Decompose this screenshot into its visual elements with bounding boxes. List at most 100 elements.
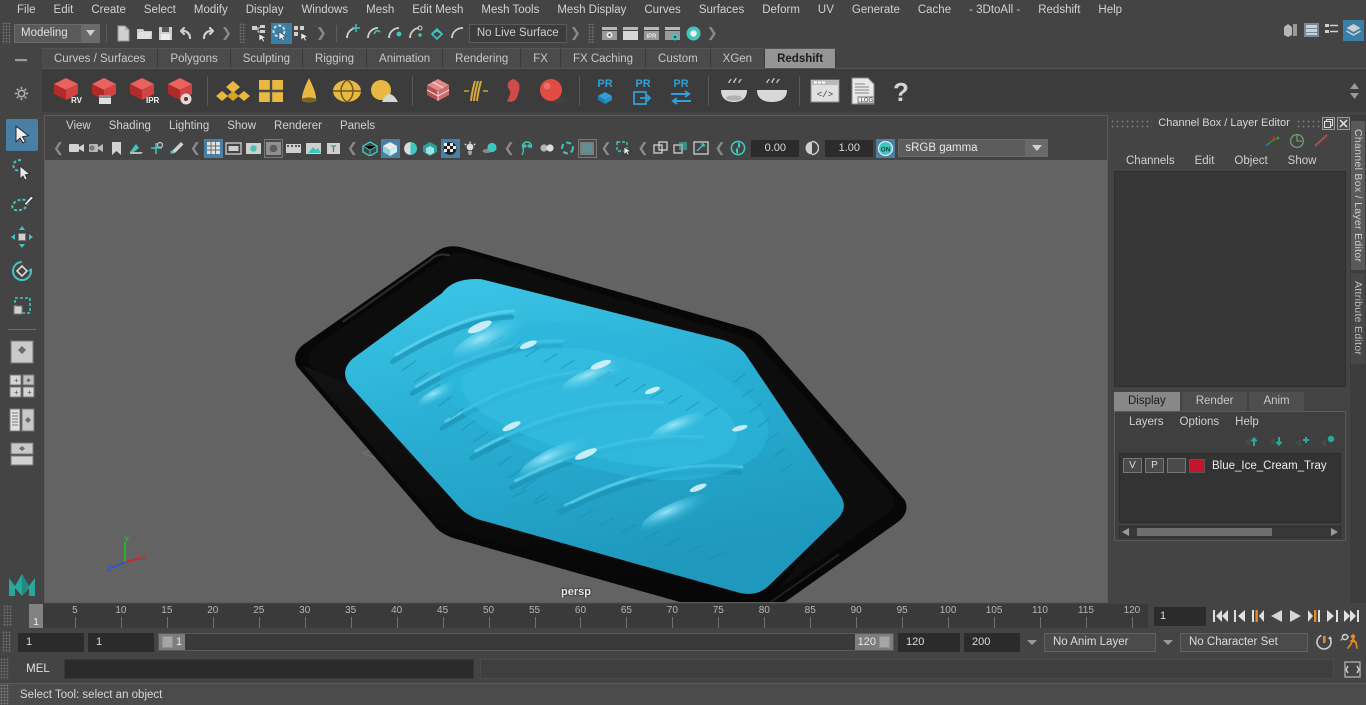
use-default-material-icon[interactable] — [421, 139, 440, 158]
menu-uv[interactable]: UV — [809, 0, 843, 20]
time-slider-grip[interactable] — [3, 605, 12, 627]
wireframe-shading-icon[interactable] — [361, 139, 380, 158]
redshift-ies-light-icon[interactable] — [291, 73, 327, 109]
four-view-layout-button[interactable]: + + + — [6, 370, 38, 402]
save-scene-icon[interactable] — [155, 23, 176, 44]
redshift-ipr-icon[interactable]: IPR — [124, 73, 160, 109]
range-start-time-field[interactable]: 1 — [88, 632, 154, 652]
redshift-render-view-icon[interactable]: RV — [48, 73, 84, 109]
shelf-scroll-arrows[interactable] — [1346, 82, 1366, 100]
redo-icon[interactable] — [197, 23, 218, 44]
paint-select-tool-button[interactable] — [6, 187, 38, 219]
range-handle-end[interactable]: 120 — [854, 634, 893, 650]
menu-help[interactable]: Help — [1089, 0, 1131, 20]
shelf-tab-curves-surfaces[interactable]: Curves / Surfaces — [42, 48, 159, 68]
gate-mask-icon[interactable] — [263, 138, 283, 158]
snap-to-view-plane-icon[interactable] — [427, 23, 448, 44]
snap-to-curve-icon[interactable] — [364, 23, 385, 44]
shelf-tab-fx-caching[interactable]: FX Caching — [560, 48, 647, 68]
redshift-proxy-icon[interactable] — [420, 73, 456, 109]
go-to-end-icon[interactable] — [1343, 609, 1360, 623]
scale-tool-button[interactable] — [6, 289, 38, 321]
animation-start-time-field[interactable]: 1 — [18, 632, 84, 652]
layer-menu-layers[interactable]: Layers — [1121, 416, 1172, 428]
exposure-toggle-icon[interactable] — [284, 139, 303, 158]
persp-graph-layout-button[interactable] — [6, 438, 38, 470]
move-layer-up-icon[interactable] — [1244, 435, 1260, 448]
menu-windows[interactable]: Windows — [292, 0, 357, 20]
two-d-pan-zoom-icon[interactable] — [147, 139, 166, 158]
panel-grip[interactable] — [1110, 118, 1152, 128]
redshift-physical-sun-icon[interactable] — [367, 73, 403, 109]
new-layer-icon[interactable] — [1294, 435, 1310, 448]
hypershade-icon[interactable] — [683, 23, 704, 44]
range-end-time-field[interactable]: 120 — [898, 632, 960, 652]
viewport-toolbar-bracket-left[interactable]: ❮ — [50, 140, 67, 156]
resolution-gate-icon[interactable] — [244, 139, 263, 158]
play-backwards-icon[interactable] — [1269, 609, 1284, 623]
live-surface-field[interactable]: No Live Surface — [468, 23, 567, 43]
menu-curves[interactable]: Curves — [635, 0, 689, 20]
viewport-menu-shading[interactable]: Shading — [100, 116, 160, 136]
chevron-down-icon[interactable] — [81, 24, 99, 42]
channel-box-icon[interactable] — [1264, 133, 1282, 149]
single-perspective-layout-button[interactable] — [6, 336, 38, 368]
layer-list-horizontal-scrollbar[interactable] — [1119, 526, 1341, 538]
viewport-background-icon[interactable] — [577, 138, 597, 158]
ipr-render-icon[interactable]: IPR — [641, 23, 662, 44]
channel-menu-show[interactable]: Show — [1278, 155, 1327, 167]
redshift-portal-light-icon[interactable] — [253, 73, 289, 109]
isolate-selected-components-icon[interactable] — [671, 139, 690, 158]
lasso-select-tool-button[interactable] — [6, 153, 38, 185]
layer-tab-display[interactable]: Display — [1114, 392, 1180, 411]
animation-preferences-icon[interactable] — [1340, 633, 1360, 651]
menu-surfaces[interactable]: Surfaces — [690, 0, 753, 20]
snap-bracket[interactable]: ❯ — [567, 25, 584, 41]
show-hide-modeling-toolkit-icon[interactable] — [1280, 20, 1301, 41]
redshift-bake-all-icon[interactable] — [754, 73, 790, 109]
view-image-icon[interactable] — [304, 139, 323, 158]
grid-toggle-icon[interactable] — [203, 138, 223, 158]
menu-mesh-tools[interactable]: Mesh Tools — [472, 0, 548, 20]
lighting-toggle-icon[interactable] — [461, 139, 480, 158]
viewport-toolbar-bracket-5[interactable]: ❮ — [635, 140, 652, 156]
color-management-toggle-icon[interactable]: ON — [876, 138, 896, 158]
menu-mesh[interactable]: Mesh — [357, 0, 403, 20]
redshift-render-sequence-icon[interactable] — [86, 73, 122, 109]
shelf-tab-polygons[interactable]: Polygons — [158, 48, 231, 68]
layer-row-blue-ice-cream-tray[interactable]: V P Blue_Ice_Cream_Tray — [1123, 457, 1337, 474]
viewport-toolbar-bracket-6[interactable]: ❮ — [711, 140, 728, 156]
open-scene-icon[interactable] — [134, 23, 155, 44]
menu-display[interactable]: Display — [237, 0, 293, 20]
redshift-bake-set-icon[interactable] — [716, 73, 752, 109]
side-tab-attribute-editor[interactable]: Attribute Editor — [1351, 273, 1365, 364]
marquee-select-icon[interactable] — [615, 139, 634, 158]
current-frame-field[interactable]: 1 — [1154, 606, 1206, 626]
show-hide-channel-box-icon[interactable] — [1343, 19, 1364, 41]
layer-tab-render[interactable]: Render — [1181, 392, 1248, 411]
menu-select[interactable]: Select — [135, 0, 185, 20]
menu-redshift[interactable]: Redshift — [1029, 0, 1089, 20]
viewport-toolbar-bracket-2[interactable]: ❮ — [344, 140, 361, 156]
command-language-label[interactable]: MEL — [18, 663, 58, 675]
select-tool-button[interactable] — [6, 119, 38, 151]
layer-tab-anim[interactable]: Anim — [1249, 392, 1304, 411]
redshift-log-icon[interactable]: .LOG — [845, 73, 881, 109]
shelf-tab-xgen[interactable]: XGen — [710, 48, 766, 68]
redshift-volume-icon[interactable] — [496, 73, 532, 109]
script-editor-icon[interactable] — [1344, 660, 1361, 678]
viewport-menu-view[interactable]: View — [57, 116, 100, 136]
range-handle-start[interactable]: 1 — [159, 634, 186, 650]
exposure-control-icon[interactable] — [728, 139, 747, 158]
channel-box-content-area[interactable] — [1114, 171, 1346, 387]
undo-icon[interactable] — [176, 23, 197, 44]
layer-name-label[interactable]: Blue_Ice_Cream_Tray — [1212, 460, 1327, 472]
camera-attributes-icon[interactable] — [87, 139, 106, 158]
attribute-editor-icon[interactable] — [1288, 133, 1306, 149]
viewport-menu-renderer[interactable]: Renderer — [265, 116, 331, 136]
menu-3dtoall[interactable]: - 3DtoAll - — [960, 0, 1029, 20]
render-sequence-icon[interactable] — [620, 23, 641, 44]
range-grip-right[interactable] — [879, 636, 890, 648]
xray-shading-icon[interactable] — [440, 138, 460, 158]
redshift-pr-transfer-icon[interactable]: PR — [663, 73, 699, 109]
